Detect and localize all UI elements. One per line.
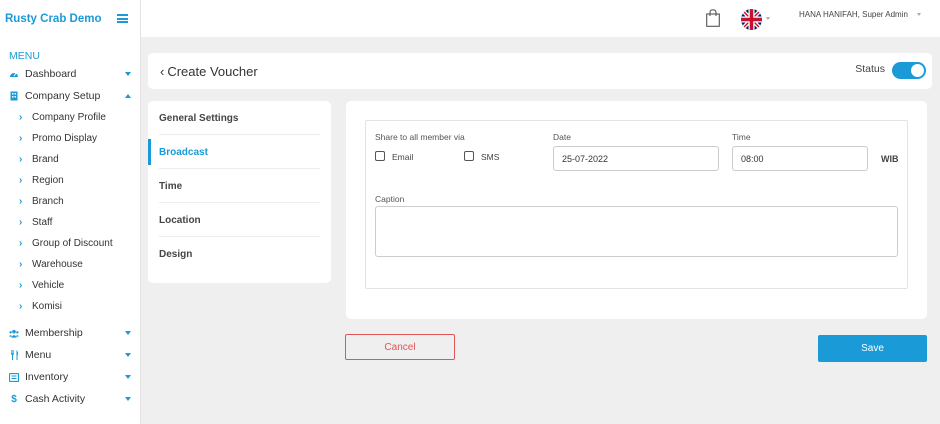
broadcast-form: Share to all member via Email SMS Date 2… xyxy=(365,120,908,289)
sidebar-item-menu[interactable]: Menu xyxy=(0,344,140,366)
share-label: Share to all member via xyxy=(375,132,465,142)
sidebar-subitem-company-profile[interactable]: › Company Profile xyxy=(0,107,140,128)
sidebar-subitem-label: Branch xyxy=(32,196,64,207)
email-checkbox[interactable] xyxy=(375,151,385,161)
chevron-right-icon: › xyxy=(19,259,23,270)
sidebar-subitem-label: Warehouse xyxy=(32,259,83,270)
date-label: Date xyxy=(553,132,571,142)
sidebar-item-label: Company Setup xyxy=(25,90,101,102)
sms-checkbox[interactable] xyxy=(464,151,474,161)
building-icon xyxy=(9,91,19,101)
page-title: Create Voucher xyxy=(167,63,258,79)
broadcast-form-card: Share to all member via Email SMS Date 2… xyxy=(346,101,927,319)
user-name[interactable]: HANA HANIFAH, Super Admin xyxy=(799,10,908,19)
sidebar-subitem-group-of-discount[interactable]: › Group of Discount xyxy=(0,233,140,254)
uk-flag-icon[interactable] xyxy=(741,9,762,30)
sidebar-item-label: Cash Activity xyxy=(25,393,86,405)
sidebar-subitem-komisi[interactable]: › Komisi xyxy=(0,296,140,317)
sidebar-item-dashboard[interactable]: Dashboard xyxy=(0,63,140,85)
dashboard-icon xyxy=(9,69,19,79)
sidebar: Rusty Crab Demo MENU Dashboard Company S… xyxy=(0,0,141,424)
sidebar-subitem-label: Staff xyxy=(32,217,53,228)
tab-broadcast[interactable]: Broadcast xyxy=(148,135,331,169)
timezone-label: WIB xyxy=(881,154,899,164)
chevron-down-icon xyxy=(125,72,131,76)
chevron-right-icon: › xyxy=(19,280,23,291)
chevron-right-icon: › xyxy=(19,301,23,312)
caption-label: Caption xyxy=(375,194,405,204)
language-caret-icon[interactable] xyxy=(766,17,770,20)
sidebar-subitem-branch[interactable]: › Branch xyxy=(0,191,140,212)
sms-checkbox-label: SMS xyxy=(481,152,500,162)
users-icon xyxy=(9,328,19,338)
sidebar-subitem-vehicle[interactable]: › Vehicle xyxy=(0,275,140,296)
caption-textarea[interactable] xyxy=(375,206,898,257)
topbar: HANA HANIFAH, Super Admin xyxy=(141,0,940,37)
status-label: Status xyxy=(855,63,885,75)
shopping-bag-icon[interactable] xyxy=(706,9,720,27)
chevron-down-icon xyxy=(125,353,131,357)
user-menu-caret-icon[interactable] xyxy=(917,13,921,16)
app-name: Rusty Crab Demo xyxy=(5,12,102,25)
sidebar-item-label: Membership xyxy=(25,327,83,339)
chevron-down-icon xyxy=(125,375,131,379)
sidebar-subitem-promo-display[interactable]: › Promo Display xyxy=(0,128,140,149)
menu-heading: MENU xyxy=(9,50,40,62)
back-icon[interactable]: ‹ xyxy=(160,64,164,79)
chevron-right-icon: › xyxy=(19,238,23,249)
tab-general-settings[interactable]: General Settings xyxy=(148,101,331,135)
status-toggle[interactable] xyxy=(892,62,926,79)
save-button[interactable]: Save xyxy=(818,335,927,362)
tab-design[interactable]: Design xyxy=(148,237,331,271)
chevron-down-icon xyxy=(125,331,131,335)
cancel-button[interactable]: Cancel xyxy=(345,334,455,360)
chevron-down-icon xyxy=(125,397,131,401)
sidebar-item-label: Menu xyxy=(25,349,52,361)
brand-bar: Rusty Crab Demo xyxy=(0,0,140,37)
chevron-right-icon: › xyxy=(19,175,23,186)
sidebar-subitem-brand[interactable]: › Brand xyxy=(0,149,140,170)
sidebar-subitem-label: Group of Discount xyxy=(32,238,113,249)
chevron-right-icon: › xyxy=(19,196,23,207)
tab-location[interactable]: Location xyxy=(148,203,331,237)
utensils-icon xyxy=(9,350,19,360)
sidebar-subitem-label: Komisi xyxy=(32,301,63,312)
chevron-up-icon xyxy=(125,94,131,98)
time-input[interactable]: 08:00 xyxy=(732,146,868,171)
hamburger-menu-icon[interactable] xyxy=(117,14,128,23)
sidebar-subitem-label: Region xyxy=(32,175,64,186)
sidebar-subitem-label: Promo Display xyxy=(32,133,98,144)
sidebar-item-company-setup[interactable]: Company Setup xyxy=(0,85,140,107)
chevron-right-icon: › xyxy=(19,154,23,165)
sidebar-subitem-label: Vehicle xyxy=(32,280,65,291)
sidebar-item-cash-activity[interactable]: $ Cash Activity xyxy=(0,388,140,410)
dollar-icon: $ xyxy=(11,393,17,405)
sidebar-subitem-region[interactable]: › Region xyxy=(0,170,140,191)
sidebar-subitem-label: Brand xyxy=(32,154,59,165)
sidebar-item-label: Dashboard xyxy=(25,68,77,80)
sidebar-subitem-warehouse[interactable]: › Warehouse xyxy=(0,254,140,275)
date-input[interactable]: 25-07-2022 xyxy=(553,146,719,171)
chevron-right-icon: › xyxy=(19,112,23,123)
sidebar-subitem-label: Company Profile xyxy=(32,112,106,123)
sidebar-item-label: Inventory xyxy=(25,371,69,383)
sidebar-item-inventory[interactable]: Inventory xyxy=(0,366,140,388)
tab-time[interactable]: Time xyxy=(148,169,331,203)
settings-tabs: General Settings Broadcast Time Location… xyxy=(148,101,331,283)
sidebar-item-membership[interactable]: Membership xyxy=(0,322,140,344)
email-checkbox-label: Email xyxy=(392,152,414,162)
time-label: Time xyxy=(732,132,751,142)
page-header: ‹ Create Voucher Status xyxy=(148,53,932,89)
chevron-right-icon: › xyxy=(19,133,23,144)
chevron-right-icon: › xyxy=(19,217,23,228)
inventory-icon xyxy=(9,372,19,382)
sidebar-subitem-staff[interactable]: › Staff xyxy=(0,212,140,233)
